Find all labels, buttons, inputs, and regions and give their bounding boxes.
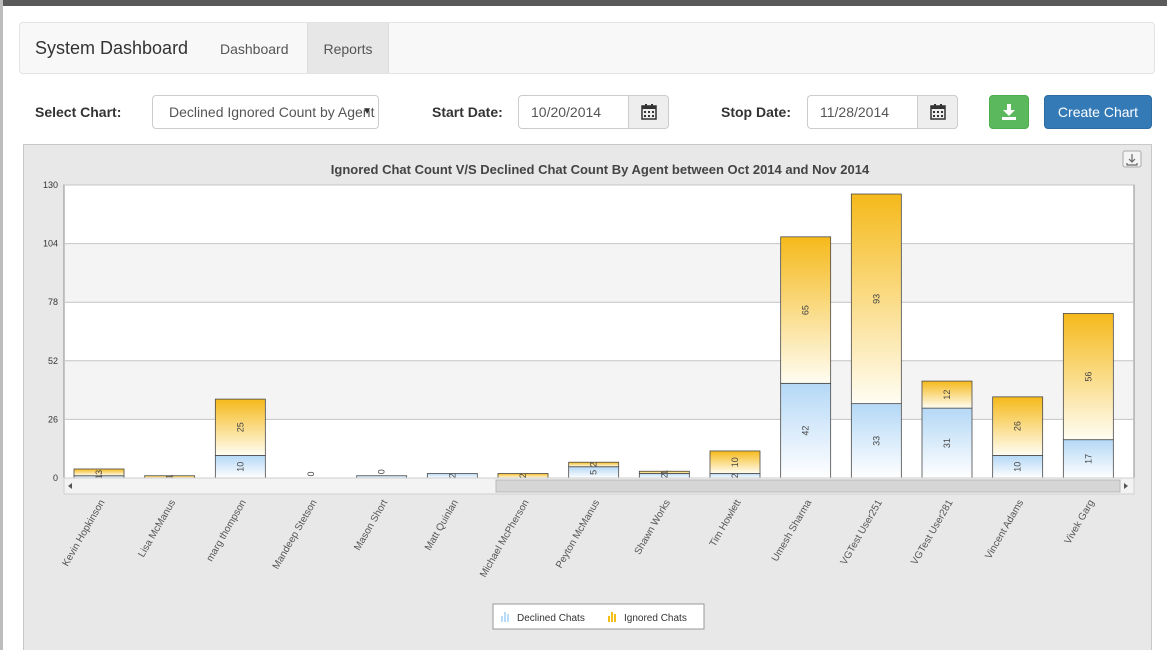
start-date-input[interactable]: 10/20/2014: [518, 95, 628, 129]
chart-svg: Ignored Chat Count V/S Declined Chat Cou…: [43, 150, 1142, 630]
data-label-ignored: 93: [871, 294, 881, 304]
download-button[interactable]: [989, 95, 1029, 129]
chart-select-value: Declined Ignored Count by Agent: [169, 104, 375, 120]
data-label-declined: 10: [235, 462, 245, 472]
chart-select[interactable]: Declined Ignored Count by Agent ▼: [152, 95, 379, 129]
y-axis: 0 26 52 78 104 130: [43, 180, 58, 483]
x-tick-label: VGTest User251: [839, 498, 885, 567]
data-label-declined: 17: [1083, 454, 1093, 464]
x-tick-label: Matt Quinlan: [423, 498, 461, 553]
window-top-edge: [0, 0, 1167, 6]
chart-panel: Ignored Chat Count V/S Declined Chat Cou…: [23, 144, 1152, 650]
scrollbar-thumb[interactable]: [495, 479, 1121, 493]
x-tick-label: Shawn Works: [633, 498, 673, 557]
data-label-ignored: 0: [377, 469, 387, 474]
x-axis-labels: Kevin Hopkinson Lisa McManus marg thompson…: [61, 498, 1097, 580]
x-tick-label: Vincent Adams: [983, 498, 1026, 561]
x-tick-label: Mason Short: [352, 498, 390, 553]
x-tick-label: Michael McPherson: [478, 498, 531, 580]
x-tick-label: Mandeep Stetson: [271, 498, 320, 571]
chart-title: Ignored Chat Count V/S Declined Chat Cou…: [331, 162, 870, 177]
data-label-ignored: 1: [659, 470, 669, 475]
legend-declined-icon: [507, 614, 509, 622]
x-tick-label: Umesh Sharma: [770, 498, 814, 564]
scrollbar[interactable]: [63, 477, 1135, 495]
x-tick-label: VGTest User281: [909, 498, 955, 567]
data-label-ignored: 2: [589, 462, 599, 467]
data-label-ignored: 65: [801, 305, 811, 315]
legend-ignored-icon: [614, 614, 616, 622]
legend-declined-icon: [501, 616, 503, 622]
stop-date-label: Stop Date:: [721, 104, 791, 120]
y-tick-label: 0: [53, 473, 58, 483]
data-label-ignored: 3: [94, 470, 104, 475]
legend-ignored-icon: [608, 616, 610, 622]
legend-ignored-icon: [611, 612, 613, 622]
stop-date-calendar-button[interactable]: [917, 95, 958, 129]
stop-date-input[interactable]: 11/28/2014: [807, 95, 917, 129]
data-label-declined: 33: [871, 436, 881, 446]
brand-title[interactable]: System Dashboard: [35, 38, 188, 59]
data-label-ignored: 26: [1013, 421, 1023, 431]
data-label-ignored: 56: [1083, 372, 1093, 382]
calendar-icon: [929, 104, 946, 120]
data-label-ignored: 0: [306, 471, 316, 476]
nav-dashboard-link[interactable]: Dashboard: [205, 23, 304, 73]
window-left-edge: [0, 0, 3, 650]
y-tick-label: 78: [48, 297, 58, 307]
chart-legend: Declined Chats Ignored Chats: [492, 603, 705, 630]
x-tick-label: marg thompson: [205, 498, 249, 564]
x-tick-label: Kevin Hopkinson: [61, 498, 108, 568]
legend-declined-icon: [504, 612, 506, 622]
x-tick-label: Vivek Garg: [1063, 498, 1097, 546]
calendar-icon: [640, 104, 657, 120]
data-label-ignored: 25: [235, 422, 245, 432]
y-tick-label: 26: [48, 414, 58, 424]
export-button[interactable]: [1122, 150, 1142, 168]
data-label-declined: 10: [1013, 462, 1023, 472]
y-tick-label: 52: [48, 356, 58, 366]
data-label-ignored: 12: [942, 390, 952, 400]
caret-down-icon: ▼: [362, 106, 372, 117]
y-tick-label: 104: [43, 239, 58, 249]
x-tick-label: Peyton McManus: [554, 498, 602, 570]
select-chart-label: Select Chart:: [35, 104, 122, 120]
navbar: System Dashboard Dashboard Reports: [19, 22, 1155, 74]
x-tick-label: Lisa McManus: [137, 498, 179, 559]
data-label-ignored: 10: [730, 457, 740, 467]
data-label-declined: 5: [589, 470, 599, 475]
legend-item-label: Declined Chats: [517, 613, 585, 624]
nav-reports-link[interactable]: Reports: [307, 23, 389, 73]
create-chart-button[interactable]: Create Chart: [1044, 95, 1152, 129]
data-label-declined: 42: [801, 426, 811, 436]
y-tick-label: 130: [43, 180, 58, 190]
x-tick-label: Tim Howlett: [708, 498, 744, 549]
download-icon: [1002, 104, 1016, 120]
grid-band: [65, 243, 1133, 303]
data-label-declined: 31: [942, 438, 952, 448]
start-date-calendar-button[interactable]: [628, 95, 669, 129]
start-date-label: Start Date:: [432, 104, 503, 120]
legend-item-label: Ignored Chats: [624, 613, 687, 624]
